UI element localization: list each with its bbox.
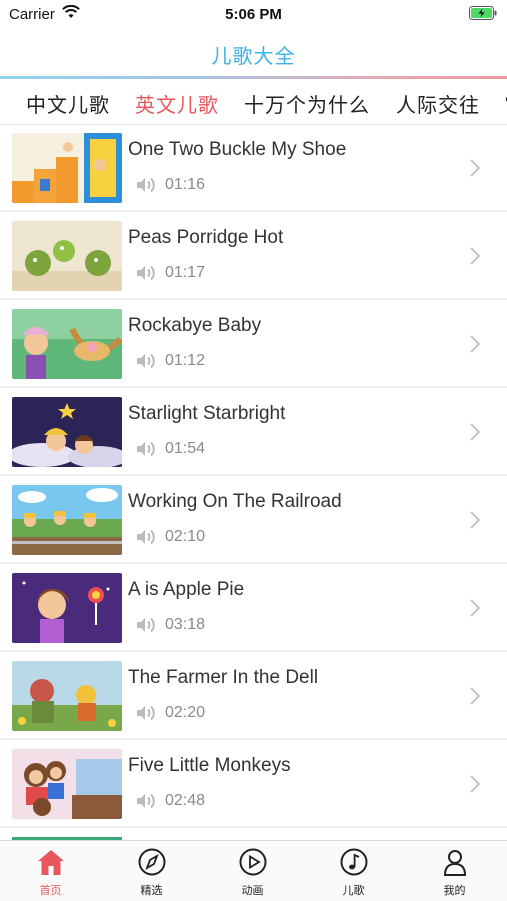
tabbar-label: 首页 [39, 885, 62, 897]
speaker-icon [137, 353, 155, 369]
bottom-tab-bar: 首页 精选 动画 儿歌 我的 [0, 840, 507, 901]
tab-chinese-songs[interactable]: 中文儿歌 [26, 89, 110, 118]
song-duration: 02:20 [165, 704, 206, 721]
song-thumbnail [12, 749, 122, 819]
tabbar-mine[interactable]: 我的 [404, 841, 505, 901]
song-duration: 01:17 [165, 264, 206, 281]
song-row[interactable]: The Farmer In the Dell 02:20 [0, 653, 507, 740]
row-divider [0, 298, 507, 300]
row-divider [0, 210, 507, 212]
row-divider [0, 386, 507, 388]
song-title: A is Apple Pie [128, 579, 245, 600]
speaker-icon [137, 441, 155, 457]
song-duration: 02:48 [165, 792, 206, 809]
song-row[interactable]: A is Apple Pie 03:18 [0, 565, 507, 652]
music-note-icon [340, 848, 368, 876]
song-row[interactable]: Starlight Starbright 01:54 [0, 389, 507, 476]
song-thumbnail [12, 485, 122, 555]
song-thumbnail [12, 573, 122, 643]
speaker-icon [137, 529, 155, 545]
song-row[interactable]: Rockabye Baby 01:12 [0, 301, 507, 388]
tab-hundred-thousand-whys[interactable]: 十万个为什么 [244, 89, 370, 118]
song-thumbnail [12, 661, 122, 731]
row-divider [0, 826, 507, 828]
tab-english-songs[interactable]: 英文儿歌 [135, 89, 219, 118]
song-title: Working On The Railroad [128, 491, 342, 512]
song-duration: 01:12 [165, 352, 206, 369]
row-divider [0, 562, 507, 564]
tabbar-featured[interactable]: 精选 [101, 841, 202, 901]
song-row[interactable]: Peas Porridge Hot 01:17 [0, 213, 507, 300]
song-thumbnail [12, 309, 122, 379]
chevron-right-icon [470, 687, 481, 705]
compass-icon [138, 848, 166, 876]
battery-charging-icon [469, 6, 497, 20]
song-duration: 02:10 [165, 528, 206, 545]
speaker-icon [137, 265, 155, 281]
person-icon [443, 850, 467, 876]
song-title: Peas Porridge Hot [128, 227, 284, 248]
speaker-icon [137, 617, 155, 633]
song-thumbnail [12, 133, 122, 203]
song-duration: 01:54 [165, 440, 206, 457]
song-title: The Farmer In the Dell [128, 667, 319, 688]
song-row[interactable]: Five Little Monkeys 02:48 [0, 741, 507, 828]
chevron-right-icon [470, 335, 481, 353]
song-title: Five Little Monkeys [128, 755, 291, 776]
tabbar-label: 儿歌 [342, 885, 365, 897]
song-title: Rockabye Baby [128, 315, 262, 336]
song-thumbnail [12, 397, 122, 467]
tabbar-home[interactable]: 首页 [0, 841, 101, 901]
chevron-right-icon [470, 599, 481, 617]
row-divider [0, 738, 507, 740]
song-thumbnail [12, 221, 122, 291]
chevron-right-icon [470, 159, 481, 177]
tabbar-label: 我的 [443, 885, 466, 897]
song-row[interactable]: Working On The Railroad 02:10 [0, 477, 507, 564]
song-row[interactable]: One Two Buckle My Shoe 01:16 [0, 125, 507, 212]
status-bar: Carrier 5:06 PM [0, 0, 507, 28]
row-divider [0, 474, 507, 476]
chevron-right-icon [470, 775, 481, 793]
speaker-icon [137, 705, 155, 721]
song-row-partial[interactable] [0, 829, 507, 840]
row-divider [0, 650, 507, 652]
song-title: One Two Buckle My Shoe [128, 139, 347, 160]
song-duration: 03:18 [165, 616, 206, 633]
tabbar-animation[interactable]: 动画 [202, 841, 303, 901]
play-icon [239, 848, 267, 876]
home-icon [38, 850, 64, 875]
speaker-icon [137, 793, 155, 809]
navigation-bar: 儿歌大全 [0, 28, 507, 76]
tabbar-songs[interactable]: 儿歌 [303, 841, 404, 901]
chevron-right-icon [470, 247, 481, 265]
tabbar-label: 精选 [140, 885, 163, 897]
speaker-icon [137, 177, 155, 193]
chevron-right-icon [470, 511, 481, 529]
tab-social-interaction[interactable]: 人际交往 [396, 89, 480, 118]
song-title: Starlight Starbright [128, 403, 286, 424]
chevron-right-icon [470, 423, 481, 441]
page-title: 儿歌大全 [211, 46, 296, 68]
tabbar-label: 动画 [241, 885, 264, 897]
song-duration: 01:16 [165, 176, 206, 193]
category-tabs: 中文儿歌 英文儿歌 十万个为什么 人际交往 • [0, 79, 507, 125]
clock: 5:06 PM [225, 6, 282, 23]
